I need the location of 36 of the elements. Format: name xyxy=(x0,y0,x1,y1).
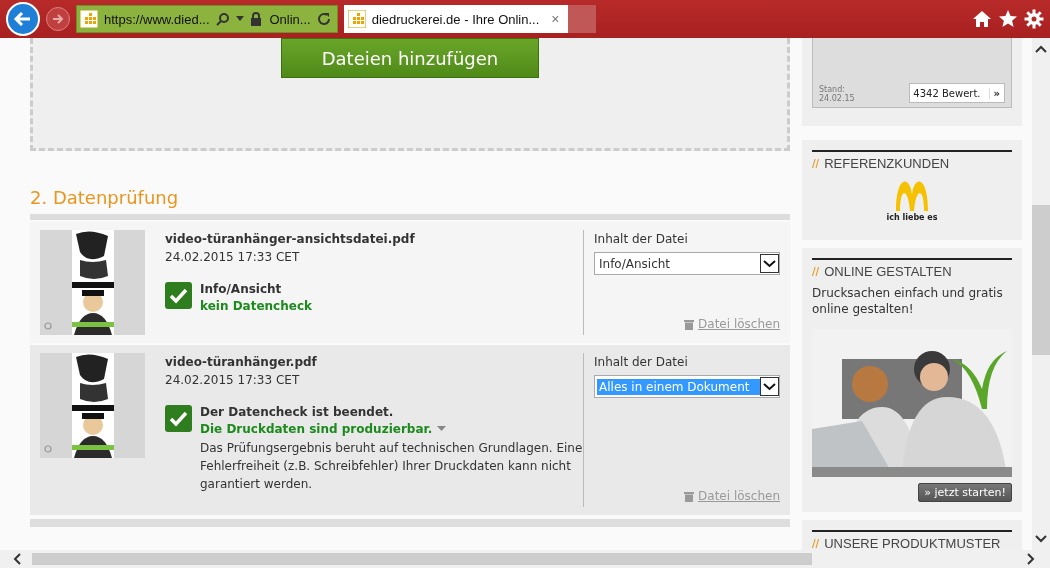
upload-date: 24.02.2015 17:33 CET xyxy=(165,373,301,387)
more-button[interactable]: » xyxy=(988,87,1004,99)
file-name: video-türanhänger.pdf xyxy=(165,355,318,369)
logo-slogan: ich liebe es xyxy=(885,213,939,222)
close-tab-button[interactable]: × xyxy=(551,11,560,27)
site-identity: Onlin... xyxy=(269,11,311,27)
status-title: Der Datencheck ist beendet. xyxy=(200,405,395,419)
address-bar[interactable]: https://www.died... Onlin... xyxy=(76,5,338,33)
heading-slashes: // xyxy=(812,536,820,550)
file-name: video-türanhänger-ansichtsdatei.pdf xyxy=(165,232,416,246)
content-label: Inhalt der Datei xyxy=(594,355,689,369)
card-heading: REFERENZKUNDEN xyxy=(824,156,950,171)
status-detail: Die Druckdaten sind produzierbar. xyxy=(200,422,433,436)
check-note: Das Prüfungsergebnis beruht auf technischen Grundlagen. Eine Fehlerfreiheit (z.B. Schreibfehler) Ihrer Druckdaten kann nicht garantiert werden. xyxy=(200,440,584,493)
upload-area[interactable]: Dateien hinzufügen xyxy=(30,38,790,151)
status-title: Info/Ansicht xyxy=(200,282,283,296)
section-heading: 2. Datenprüfung xyxy=(30,187,180,208)
rating-count-box[interactable]: 4342 Bewert. » xyxy=(909,83,1005,103)
heading-slashes: // xyxy=(812,264,820,279)
stand-date: 24.02.15 xyxy=(819,94,855,103)
browser-tab[interactable]: diedruckerei.de - Ihre Onlin... × xyxy=(343,5,568,33)
add-files-button[interactable]: Dateien hinzufügen xyxy=(281,38,539,78)
start-button[interactable]: » jetzt starten! xyxy=(918,483,1012,502)
heading-slashes: // xyxy=(812,156,820,171)
tab-title: diedruckerei.de - Ihre Onlin... xyxy=(371,11,540,27)
rating-count: 4342 Bewert. xyxy=(912,87,982,99)
status-detail: kein Datencheck xyxy=(200,299,312,313)
card-heading: ONLINE GESTALTEN xyxy=(824,264,952,279)
promo-text: Drucksachen einfach und gratis online gestalten! xyxy=(812,285,1004,317)
stand-label: Stand: xyxy=(819,85,846,94)
content-label: Inhalt der Datei xyxy=(594,232,689,246)
content-select[interactable]: Info/Ansicht xyxy=(594,252,780,275)
card-heading: UNSERE PRODUKTMUSTER xyxy=(824,536,1001,550)
url-text: https://www.died... xyxy=(104,11,210,27)
upload-date: 24.02.2015 17:33 CET xyxy=(165,250,301,264)
content-select[interactable]: Alles in einem Dokument xyxy=(594,375,780,398)
